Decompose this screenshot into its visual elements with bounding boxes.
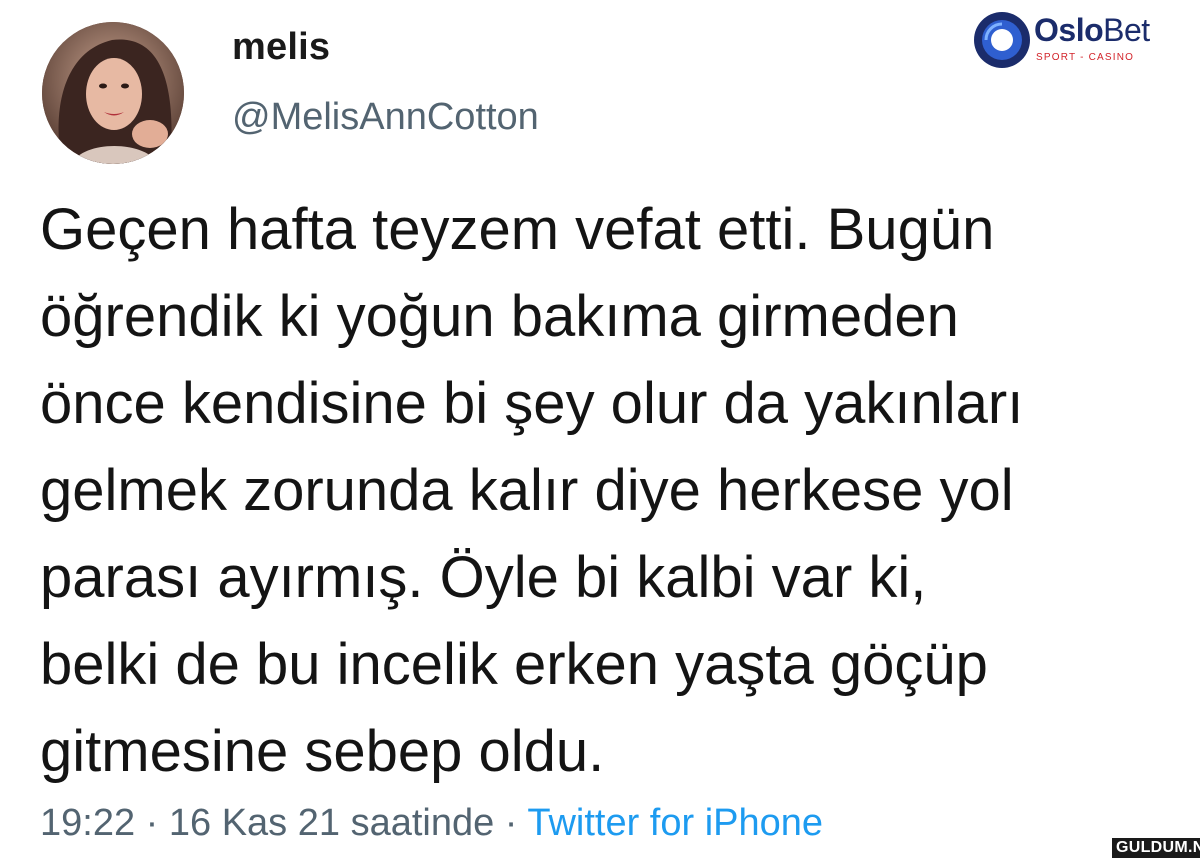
tweet-date[interactable]: 16 Kas 21 saatinde [169,802,494,844]
display-name[interactable]: melis [232,26,330,69]
avatar[interactable] [42,22,184,164]
tweet-line: gelmek zorunda kalır diye herkese yol [40,458,1014,523]
tweet-line: gitmesine sebep oldu. [40,719,605,784]
tweet-line: önce kendisine bi şey olur da yakınları [40,371,1024,436]
meta-separator: · [145,802,159,844]
tweet-time[interactable]: 19:22 [40,802,135,844]
profile-photo-icon [42,22,184,164]
brand-tagline: SPORT - CASINO [1036,52,1135,63]
tweet-text: Geçen hafta teyzem vefat etti. Bugün öğr… [40,186,1180,795]
brand-logo: OsloBet SPORT - CASINO [972,10,1164,70]
tweet-line: parası ayırmış. Öyle bi kalbi var ki, [40,545,927,610]
brand-name: OsloBet [1034,12,1150,49]
tweet-line: öğrendik ki yoğun bakıma girmeden [40,284,959,349]
tweet-line: Geçen hafta teyzem vefat etti. Bugün [40,197,995,262]
tweet-meta: 19:22 · 16 Kas 21 saatinde · Twitter for… [40,802,823,845]
tweet-source[interactable]: Twitter for iPhone [527,802,823,844]
user-handle[interactable]: @MelisAnnCotton [232,96,539,139]
tweet-screenshot: melis @MelisAnnCotton OsloBet SPORT - CA… [0,0,1200,860]
meta-separator: · [504,802,518,844]
brand-name-part2: Bet [1103,12,1150,48]
tweet-line: belki de bu incelik erken yaşta göçüp [40,632,988,697]
oslobet-logo-icon [974,12,1030,68]
brand-name-part1: Oslo [1034,12,1104,48]
watermark: GULDUM.NET [1112,838,1200,858]
